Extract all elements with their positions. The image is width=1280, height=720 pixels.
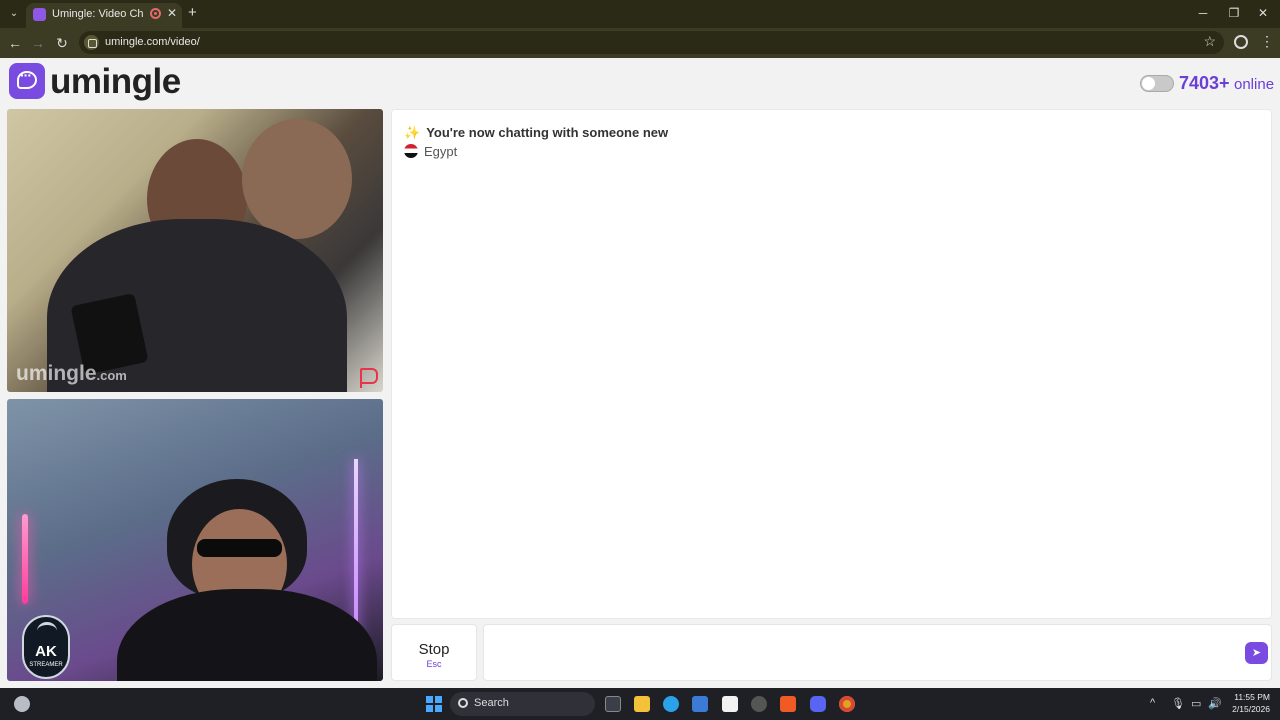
stop-shortcut: Esc: [426, 659, 442, 669]
network-icon[interactable]: ▭: [1191, 697, 1201, 710]
close-tab-icon[interactable]: ✕: [167, 6, 177, 20]
clock-time: 11:55 PM: [1234, 692, 1270, 702]
edge-icon[interactable]: [663, 696, 679, 712]
stranger-video: umingle.com: [7, 109, 383, 392]
phoenix-icon: [37, 622, 57, 640]
logo-icon[interactable]: [9, 63, 45, 99]
chrome-icon[interactable]: [839, 696, 855, 712]
chat-log: ✨ You're now chatting with someone new Eg…: [391, 109, 1272, 619]
microphone-icon[interactable]: 🎙: [1171, 697, 1185, 710]
stranger-person-two: [242, 119, 352, 239]
send-icon[interactable]: ➤: [1245, 642, 1268, 664]
forward-icon[interactable]: →: [30, 35, 46, 51]
minimize-icon[interactable]: ─: [1193, 6, 1213, 20]
site-favicon-icon: [33, 8, 46, 21]
taskbar-search[interactable]: Search: [450, 692, 595, 716]
online-count: 7403+: [1179, 73, 1230, 93]
toggle-knob: [1142, 77, 1155, 90]
restore-icon[interactable]: ❐: [1224, 6, 1244, 20]
new-tab-button[interactable]: +: [188, 5, 197, 21]
star-icon[interactable]: ☆: [1203, 33, 1216, 50]
record-icon: [150, 8, 161, 19]
widgets-icon[interactable]: [14, 696, 30, 712]
report-flag-icon[interactable]: [360, 368, 378, 388]
profile-icon[interactable]: [1234, 35, 1248, 49]
notepad-icon[interactable]: [722, 696, 738, 712]
stop-button[interactable]: Stop Esc: [391, 624, 477, 681]
sparkle-icon: ✨: [404, 125, 421, 140]
search-icon: [458, 698, 468, 708]
taskbar-clock[interactable]: 11:55 PM 2/15/2026: [1226, 691, 1270, 715]
volume-icon[interactable]: 🔊: [1208, 697, 1222, 710]
windows-taskbar: Search ^ 🎙 ▭ 🔊 11:55 PM 2/15/2026: [0, 688, 1280, 720]
store-icon[interactable]: [692, 696, 708, 712]
page: umingle 7403+ online umingle.com AK STRE…: [0, 58, 1280, 688]
message-input[interactable]: [483, 624, 1272, 681]
discord-icon[interactable]: [810, 696, 826, 712]
theme-toggle[interactable]: [1140, 75, 1174, 92]
taskbar-search-label: Search: [474, 697, 509, 709]
system-message-country: Egypt: [404, 144, 457, 159]
browser-tab[interactable]: Umingle: Video Chat with Strangers ✕: [26, 3, 182, 28]
ak-streamer-badge: AK STREAMER: [22, 615, 70, 679]
brave-icon[interactable]: [780, 696, 796, 712]
window-close-icon[interactable]: ✕: [1253, 6, 1273, 20]
sunglasses: [197, 539, 282, 557]
clock-date: 2/15/2026: [1232, 704, 1270, 714]
self-clothing: [117, 589, 377, 681]
system-message-new-chat: ✨ You're now chatting with someone new: [404, 125, 669, 140]
reload-icon[interactable]: ↻: [54, 35, 70, 51]
task-view-icon[interactable]: [605, 696, 621, 712]
back-icon[interactable]: ←: [7, 35, 23, 51]
self-video: AK STREAMER: [7, 399, 383, 681]
browser-toolbar: ← → ↻ umingle.com/video/ ☆: [0, 28, 1280, 58]
stop-label: Stop: [418, 641, 450, 658]
tray-overflow-icon[interactable]: ^: [1150, 697, 1155, 709]
egypt-flag-icon: [404, 144, 418, 158]
browser-tab-bar: ⌄ Umingle: Video Chat with Strangers ✕ +…: [0, 0, 1280, 28]
pink-light: [22, 514, 28, 604]
url-text: umingle.com/video/: [105, 36, 200, 48]
start-icon[interactable]: [426, 696, 442, 712]
online-label: online: [1234, 76, 1275, 93]
address-bar[interactable]: umingle.com/video/ ☆: [79, 31, 1224, 54]
steam-icon[interactable]: [751, 696, 767, 712]
tab-search-icon[interactable]: ⌄: [5, 5, 23, 23]
site-info-icon[interactable]: [84, 35, 99, 50]
file-explorer-icon[interactable]: [634, 696, 650, 712]
logo-text[interactable]: umingle: [50, 62, 181, 102]
tab-title: Umingle: Video Chat with Strangers: [52, 8, 144, 20]
menu-icon[interactable]: ⋮: [1260, 33, 1274, 50]
umingle-watermark: umingle.com: [16, 362, 127, 385]
